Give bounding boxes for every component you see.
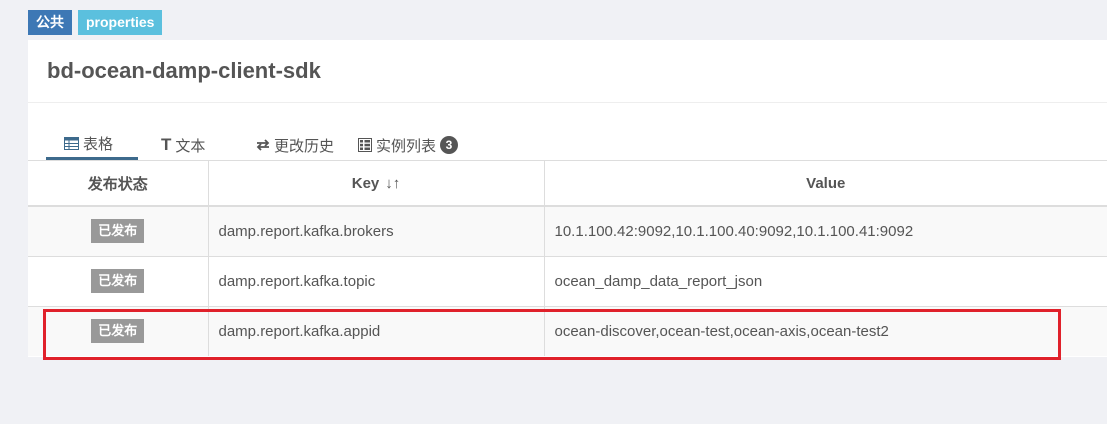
instance-list-icon xyxy=(358,138,372,152)
table-row: 已发布 damp.report.kafka.brokers 10.1.100.4… xyxy=(28,205,1107,256)
namespace-panel: bd-ocean-damp-client-sdk 表格 T 文本 更改历史 实例… xyxy=(28,40,1107,357)
config-table: 发布状态 Key ↓↑ Value 已发布 damp.report.kafka.b… xyxy=(28,161,1107,356)
view-tabs: 表格 T 文本 更改历史 实例列表 3 xyxy=(46,130,459,160)
status-badge: 已发布 xyxy=(91,319,145,344)
row-key: damp.report.kafka.topic xyxy=(208,255,545,306)
tab-instances[interactable]: 实例列表 3 xyxy=(358,130,459,160)
table-row: 已发布 damp.report.kafka.topic ocean_damp_d… xyxy=(28,255,1107,306)
tab-instances-label: 实例列表 xyxy=(376,137,437,155)
tab-history-label: 更改历史 xyxy=(274,137,335,155)
tab-history[interactable]: 更改历史 xyxy=(232,130,358,160)
tab-table-label: 表格 xyxy=(83,136,114,153)
tab-text[interactable]: T 文本 xyxy=(138,130,232,160)
tab-text-label: 文本 xyxy=(175,137,206,155)
format-badge: properties xyxy=(78,10,163,35)
status-badge: 已发布 xyxy=(91,269,145,293)
header-key-label: Key xyxy=(351,174,380,192)
table-icon xyxy=(64,137,79,150)
header-value: Value xyxy=(544,161,1107,207)
row-value: 10.1.100.42:9092,10.1.100.40:9092,10.1.1… xyxy=(544,205,1107,256)
scope-badge: 公共 xyxy=(28,10,72,35)
namespace-title: bd-ocean-damp-client-sdk xyxy=(47,58,321,83)
header-key[interactable]: Key ↓↑ xyxy=(208,161,545,207)
row-key: damp.report.kafka.appid xyxy=(208,305,545,356)
table-row: 已发布 damp.report.kafka.appid ocean-discov… xyxy=(28,305,1107,356)
namespace-badges: 公共 properties xyxy=(28,10,163,35)
status-badge: 已发布 xyxy=(91,219,145,244)
tab-table[interactable]: 表格 xyxy=(46,130,138,160)
row-value: ocean-discover,ocean-test,ocean-axis,oce… xyxy=(544,305,1107,356)
text-icon: T xyxy=(161,135,172,154)
row-key: damp.report.kafka.brokers xyxy=(208,205,545,256)
row-value: ocean_damp_data_report_json xyxy=(544,255,1107,306)
title-divider xyxy=(28,102,1107,103)
sort-icon[interactable]: ↓↑ xyxy=(385,175,400,192)
header-status: 发布状态 xyxy=(28,161,209,207)
table-header-row: 发布状态 Key ↓↑ Value xyxy=(28,161,1107,207)
history-icon xyxy=(256,139,270,151)
instance-count-badge: 3 xyxy=(440,136,459,154)
